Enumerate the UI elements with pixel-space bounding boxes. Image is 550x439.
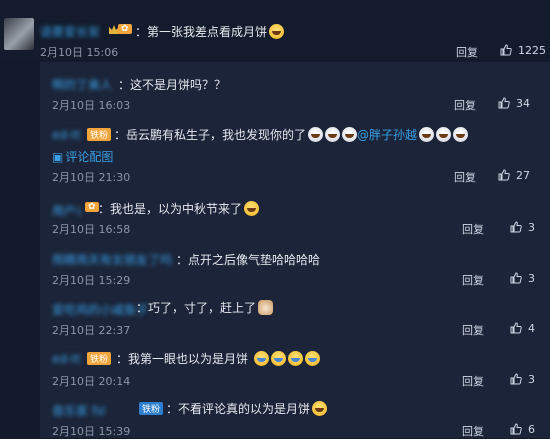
reply-username[interactable]: 用户名	[52, 202, 80, 219]
reply-time: 2月10日 16:03	[52, 99, 131, 112]
reply-text: ：这不是月饼吗？？	[118, 78, 227, 92]
fan-badge: ✿	[85, 202, 99, 212]
reply-time: 2月10日 20:14	[52, 375, 131, 388]
reply-button[interactable]: 回复	[462, 272, 484, 288]
reply-time: 2月10日 15:29	[52, 274, 131, 287]
reply-text: ：岳云鹏有私生子，我也发现你的了 @胖子孙越	[114, 126, 469, 143]
reply-time: 2月10日 16:58	[52, 223, 131, 236]
reply-username[interactable]: ed-tt	[52, 352, 81, 366]
thumbs-up-icon	[510, 373, 522, 385]
fan-badge: ✿	[118, 24, 132, 34]
fan-badge: 铁粉	[87, 128, 112, 141]
reply-text: ：巧了，寸了，赶上了	[136, 299, 274, 316]
thumbs-up-icon	[498, 97, 510, 109]
reply-button[interactable]: 回复	[462, 221, 484, 237]
reply-button[interactable]: 回复	[454, 97, 476, 113]
like-button[interactable]: 3	[510, 272, 535, 285]
reply-button[interactable]: 回复	[462, 423, 484, 439]
reply-button[interactable]: 回复	[456, 44, 478, 60]
reply-username[interactable]: 音乐家 fsl	[52, 402, 106, 419]
reply-button[interactable]: 回复	[462, 373, 484, 389]
thumbs-up-icon	[498, 169, 510, 181]
reply-username[interactable]: 雨睛雨天有女朋友了吗	[52, 251, 172, 268]
laugh-emoji-icon	[269, 24, 285, 39]
reply-text: ：点开之后像气垫哈哈哈哈	[176, 253, 321, 267]
like-button[interactable]: 3	[510, 221, 535, 234]
like-button[interactable]: 27	[498, 169, 530, 182]
thumbs-up-icon	[510, 221, 522, 233]
like-button[interactable]: 3	[510, 373, 535, 386]
comment-text: ：第一张我差点看成月饼	[135, 23, 285, 40]
thumbs-up-icon	[500, 44, 512, 56]
fan-badge: 铁粉	[139, 402, 164, 415]
reply-text: ：不看评论真的以为是月饼	[166, 400, 328, 417]
comment-image-link[interactable]: ▣ 评论配图	[52, 148, 113, 165]
comment-username[interactable]: 语菱爱长安	[40, 23, 100, 40]
fan-badge: 铁粉	[87, 352, 112, 365]
like-button[interactable]: 6	[510, 423, 535, 436]
like-button[interactable]: 4	[510, 322, 535, 335]
like-button[interactable]: 1225	[500, 44, 546, 57]
reply-username[interactable]: ed-tt	[52, 128, 81, 142]
comment-time: 2月10日 15:06	[40, 46, 119, 59]
reply-time: 2月10日 21:30	[52, 171, 131, 184]
reply-username[interactable]: 啊的丁美人	[52, 76, 112, 93]
reply-button[interactable]: 回复	[462, 322, 484, 338]
reply-text: ：我第一眼也以为是月饼	[116, 350, 320, 367]
reply-thread: 啊的丁美人 ：这不是月饼吗？？ 2月10日 16:03 回复 34 ed-tt …	[40, 62, 550, 438]
cat-emoji-icon	[258, 300, 274, 315]
like-button[interactable]: 34	[498, 97, 530, 110]
thumbs-up-icon	[510, 322, 522, 334]
thumbs-up-icon	[510, 272, 522, 284]
main-comment: 语菱爱长安 ✿ ：第一张我差点看成月饼 2月10日 15:06 回复 1225	[0, 0, 550, 60]
reply-username[interactable]: 爱吃鸡的小咸鱼子	[52, 301, 148, 318]
reply-time: 2月10日 15:39	[52, 425, 131, 438]
image-icon: ▣	[52, 150, 64, 164]
reply-time: 2月10日 22:37	[52, 324, 131, 337]
thumbs-up-icon	[510, 423, 522, 435]
reply-button[interactable]: 回复	[454, 169, 476, 185]
avatar[interactable]	[4, 18, 34, 50]
mention-link[interactable]: @胖子孙越	[357, 128, 417, 142]
reply-text: ：我也是，以为中秋节来了	[98, 200, 260, 217]
